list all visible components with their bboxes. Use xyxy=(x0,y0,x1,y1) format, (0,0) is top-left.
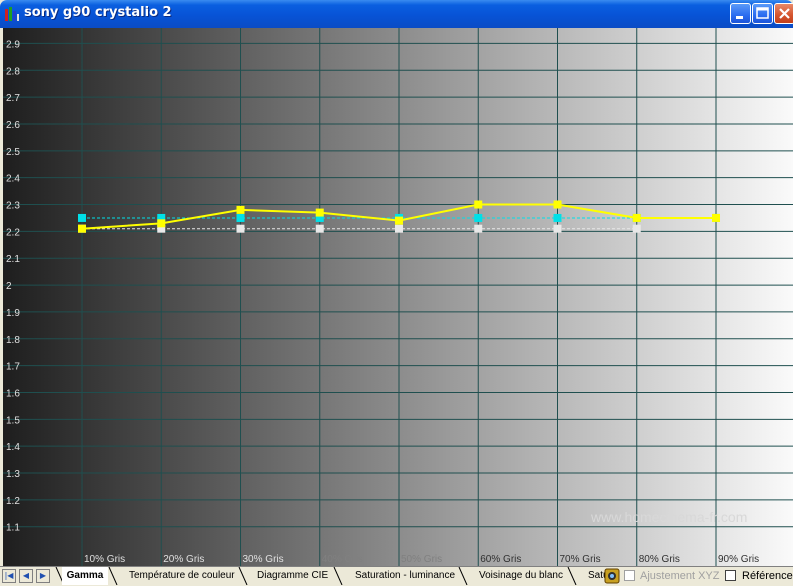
x-tick-label: 40% Gris xyxy=(322,554,363,565)
data-point xyxy=(553,200,562,209)
tab-diagramme-cie[interactable]: Diagramme CIE xyxy=(257,567,328,585)
tab-saturation-luminance[interactable]: Saturation - luminance xyxy=(355,567,455,585)
x-axis-labels: 10% Gris 20% Gris 30% Gris 40% Gris 50% Gris… xyxy=(84,554,759,565)
y-tick-label: 1.6 xyxy=(6,388,20,399)
data-point xyxy=(395,224,403,233)
title-bar: sony g90 crystalio 2 xyxy=(0,0,793,28)
y-tick-label: 1.5 xyxy=(6,415,20,426)
x-tick-label: 50% Gris xyxy=(401,554,442,565)
watermark: www.homecinema-fr.com xyxy=(590,509,747,525)
minimize-button[interactable] xyxy=(730,3,751,24)
data-point xyxy=(474,213,483,222)
data-point xyxy=(236,213,245,222)
tab-separator-icon xyxy=(567,567,577,585)
data-point xyxy=(474,224,483,233)
x-tick-label: 60% Gris xyxy=(480,554,521,565)
data-point xyxy=(315,224,324,233)
data-point xyxy=(553,224,562,233)
tab-separator-icon xyxy=(238,567,248,585)
y-tick-label: 1.1 xyxy=(6,523,20,534)
y-tick-label: 2 xyxy=(6,281,12,292)
data-point xyxy=(78,213,86,222)
data-point xyxy=(632,213,641,222)
y-tick-label: 2.5 xyxy=(6,147,20,158)
tab-gamma[interactable]: Gamma xyxy=(62,567,108,585)
y-tick-label: 2.6 xyxy=(6,120,20,131)
reference-checkbox[interactable] xyxy=(725,570,736,581)
data-point xyxy=(474,200,483,209)
close-button[interactable] xyxy=(774,3,793,24)
tab-separator-icon xyxy=(108,567,118,585)
ajustement-xyz-checkbox[interactable] xyxy=(624,570,635,581)
data-point xyxy=(236,224,245,233)
y-tick-label: 1.7 xyxy=(6,362,20,373)
probe-icon[interactable] xyxy=(604,568,620,584)
x-tick-label: 30% Gris xyxy=(243,554,284,565)
y-tick-label: 2.7 xyxy=(6,93,20,104)
minimize-icon xyxy=(736,16,743,19)
chart-bars-icon xyxy=(5,7,19,21)
data-point xyxy=(395,216,403,225)
x-tick-label: 70% Gris xyxy=(560,554,601,565)
y-tick-label: 1.8 xyxy=(6,335,20,346)
reference-label: Référence xyxy=(742,570,793,582)
x-tick-label: 80% Gris xyxy=(639,554,680,565)
y-tick-label: 2.9 xyxy=(6,39,20,50)
maximize-icon xyxy=(756,7,769,19)
data-point xyxy=(157,219,166,228)
y-tick-label: 2.4 xyxy=(6,174,20,185)
x-tick-label: 90% Gris xyxy=(718,554,759,565)
y-tick-label: 1.3 xyxy=(6,469,20,480)
y-tick-label: 2.3 xyxy=(6,201,20,212)
tab-separator-icon xyxy=(333,567,343,585)
x-tick-label: 10% Gris xyxy=(84,554,125,565)
y-tick-label: 1.9 xyxy=(6,308,20,319)
y-tick-label: 1.2 xyxy=(6,496,20,507)
ajustement-xyz-label: Ajustement XYZ xyxy=(640,570,720,582)
gamma-chart: 2.9 2.8 2.7 2.6 2.5 2.4 2.3 2.2 2.1 2 1.9 1.8 1.7 1.6… xyxy=(3,28,793,566)
close-icon xyxy=(779,8,790,19)
maximize-button[interactable] xyxy=(752,3,773,24)
data-point xyxy=(236,205,245,214)
tab-voisinage-du-blanc[interactable]: Voisinage du blanc xyxy=(479,567,563,585)
chart-background xyxy=(3,28,793,566)
tab-separator-icon xyxy=(458,567,468,585)
tab-temperature-couleur[interactable]: Température de couleur xyxy=(129,567,235,585)
data-point xyxy=(712,213,720,222)
y-tick-label: 2.1 xyxy=(6,254,20,265)
tab-bar: |◀ ◀ ▶ Gamma Température de couleur Diag… xyxy=(0,566,793,586)
data-point xyxy=(78,224,86,233)
next-tab-button[interactable]: ▶ xyxy=(36,569,50,583)
window-title: sony g90 crystalio 2 xyxy=(24,5,172,20)
first-tab-button[interactable]: |◀ xyxy=(2,569,16,583)
y-tick-label: 1.4 xyxy=(6,442,20,453)
data-point xyxy=(632,224,641,233)
y-tick-label: 2.2 xyxy=(6,227,20,238)
x-tick-label: 20% Gris xyxy=(163,554,204,565)
data-point xyxy=(553,213,562,222)
data-point xyxy=(315,208,324,217)
prev-tab-button[interactable]: ◀ xyxy=(19,569,33,583)
y-tick-label: 2.8 xyxy=(6,66,20,77)
